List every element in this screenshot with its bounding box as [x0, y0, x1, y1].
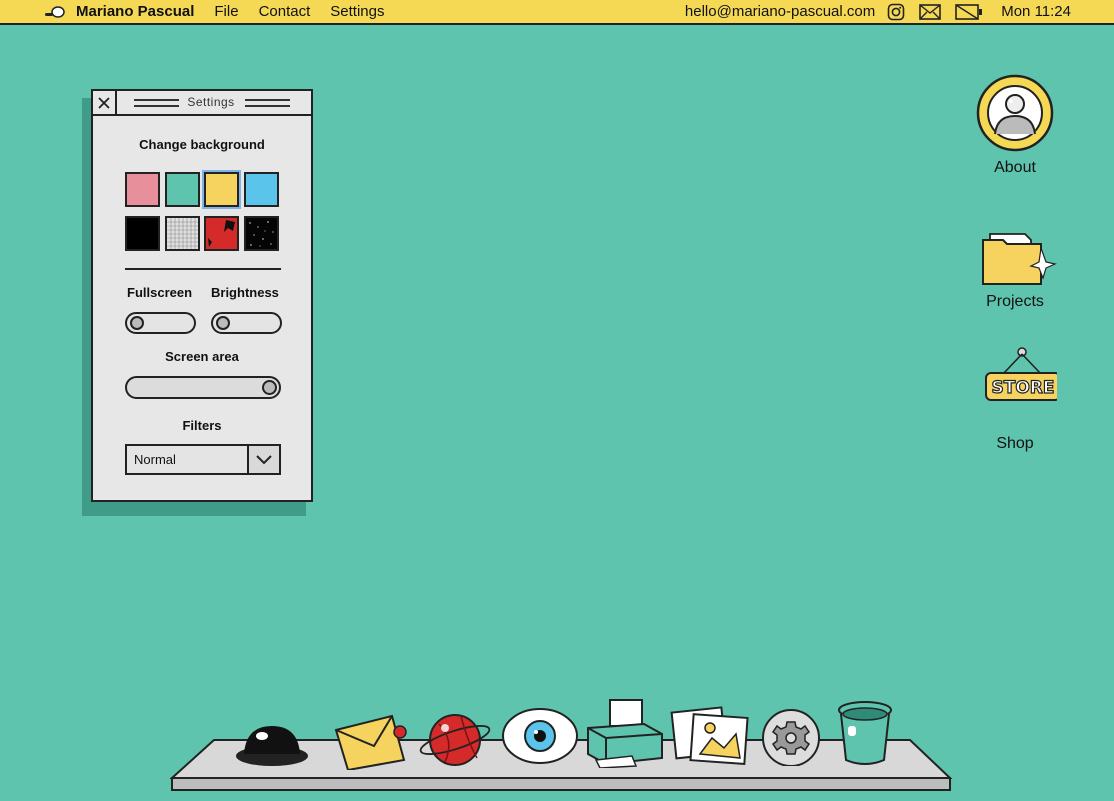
email-link[interactable]: hello@mariano-pascual.com [685, 3, 875, 20]
swatch-grid[interactable] [165, 216, 200, 251]
about-avatar-icon [976, 74, 1054, 152]
desktop-icon-about[interactable]: About [965, 72, 1065, 177]
select-arrow[interactable] [247, 446, 279, 473]
dock-hole-icon[interactable] [234, 720, 310, 775]
dock-trash-bucket-icon[interactable] [836, 700, 894, 771]
menu-contact[interactable]: Contact [259, 3, 311, 20]
brightness-toggle[interactable] [211, 312, 282, 334]
change-background-label: Change background [139, 137, 265, 152]
menubar-right: hello@mariano-pascual.com Mon 11:24 [685, 0, 1114, 23]
swatch-blue[interactable] [244, 172, 279, 207]
store-sign-icon: STORE [985, 347, 1061, 401]
desktop-icon-shop[interactable]: STORE Shop [965, 346, 1065, 453]
swatch-pink[interactable] [125, 172, 160, 207]
grid-pattern [167, 218, 198, 249]
dock-settings-gear-icon[interactable] [760, 706, 822, 771]
instagram-icon[interactable] [887, 3, 905, 21]
projects-label: Projects [986, 293, 1044, 310]
folder-icon [982, 233, 1057, 285]
title-decoration-right [245, 99, 290, 107]
window-titlebar[interactable]: Settings [93, 91, 311, 116]
menu-settings[interactable]: Settings [330, 3, 384, 20]
fullscreen-label: Fullscreen [127, 285, 193, 300]
swatch-yellow[interactable] [202, 170, 241, 209]
starfield-pattern [246, 218, 277, 249]
about-label: About [994, 159, 1036, 176]
brightness-label: Brightness [211, 285, 279, 300]
mail-icon[interactable] [919, 3, 942, 20]
screen-area-slider[interactable] [125, 376, 281, 399]
menu-bar: Mariano Pascual File Contact Settings he… [0, 0, 1114, 25]
magnifier-logo-icon[interactable] [44, 5, 66, 19]
slider-handle[interactable] [262, 380, 277, 395]
filter-select-value: Normal [134, 452, 176, 467]
brand-name[interactable]: Mariano Pascual [76, 3, 194, 20]
section-divider [125, 268, 281, 270]
dock-printer-icon[interactable] [584, 698, 666, 773]
fullscreen-toggle[interactable] [125, 312, 196, 334]
filter-select[interactable]: Normal [125, 444, 281, 475]
swatch-teal[interactable] [165, 172, 200, 207]
menu-file[interactable]: File [214, 3, 238, 20]
toggle-knob [130, 316, 144, 330]
dock-mail-icon[interactable] [332, 708, 412, 775]
dock-eye-icon[interactable] [500, 706, 580, 771]
toggle-knob [216, 316, 230, 330]
settings-window: Settings Change background Fullscreen Br… [91, 89, 313, 502]
swatch-starfield[interactable] [244, 216, 279, 251]
dock-planet-icon[interactable] [415, 706, 495, 777]
screen-area-label: Screen area [165, 349, 239, 364]
battery-icon [955, 3, 983, 20]
red-pattern [206, 218, 237, 249]
swatch-black[interactable] [125, 216, 160, 251]
store-sign-text: STORE [992, 378, 1055, 398]
swatch-red-pattern[interactable] [204, 216, 239, 251]
clock: Mon 11:24 [1001, 3, 1071, 20]
dock-photos-icon[interactable] [668, 704, 752, 773]
filters-label: Filters [182, 418, 222, 433]
shop-label: Shop [996, 435, 1034, 452]
desktop-icon-projects[interactable]: Projects [965, 226, 1065, 311]
chevron-down-icon [256, 454, 272, 464]
